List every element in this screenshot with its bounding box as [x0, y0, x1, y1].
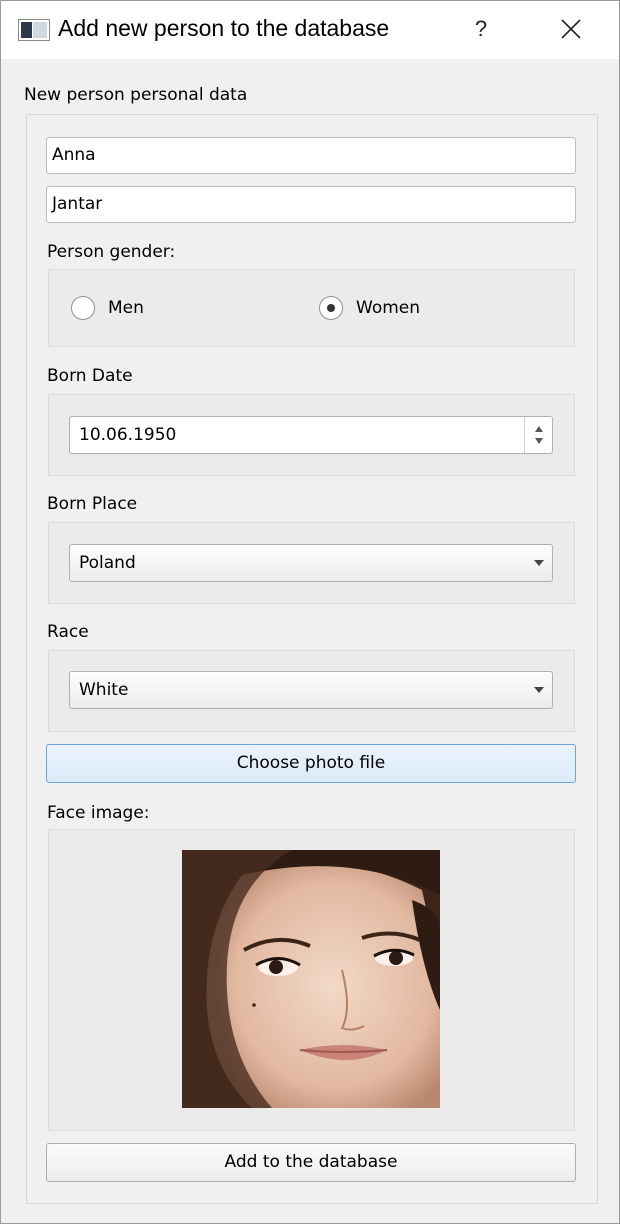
radio-men-label[interactable]: Men — [108, 298, 144, 318]
radio-women[interactable] — [319, 296, 343, 320]
last-name-field[interactable]: Jantar — [46, 186, 576, 223]
born-place-label: Born Place — [47, 494, 138, 514]
first-name-field[interactable]: Anna — [46, 137, 576, 174]
radio-women-label[interactable]: Women — [356, 298, 420, 318]
group-title: New person personal data — [24, 85, 248, 105]
face-photo — [182, 850, 440, 1108]
race-value: White — [79, 680, 129, 700]
title-bar[interactable]: Add new person to the database ? — [1, 1, 619, 59]
born-date-value: 10.06.1950 — [79, 425, 177, 445]
help-button[interactable]: ? — [463, 9, 499, 49]
app-window-icon — [18, 19, 50, 41]
gender-label: Person gender: — [47, 242, 176, 262]
born-place-value: Poland — [79, 553, 136, 573]
choose-photo-button[interactable]: Choose photo file — [46, 744, 576, 783]
face-image-label: Face image: — [47, 803, 150, 823]
dialog-window: Add new person to the database ? New per… — [0, 0, 620, 1224]
race-label: Race — [47, 622, 89, 642]
spin-buttons[interactable] — [524, 417, 552, 453]
chevron-down-icon — [534, 687, 544, 693]
spin-arrows-icon — [535, 426, 543, 444]
born-place-combobox[interactable]: Poland — [69, 544, 553, 582]
add-to-database-button[interactable]: Add to the database — [46, 1143, 576, 1182]
radio-men[interactable] — [71, 296, 95, 320]
race-combobox[interactable]: White — [69, 671, 553, 709]
chevron-down-icon — [534, 560, 544, 566]
born-date-spinbox[interactable]: 10.06.1950 — [69, 416, 553, 454]
close-button[interactable] — [551, 9, 591, 49]
born-date-label: Born Date — [47, 366, 133, 386]
window-title: Add new person to the database — [58, 15, 390, 41]
close-icon — [561, 19, 581, 39]
